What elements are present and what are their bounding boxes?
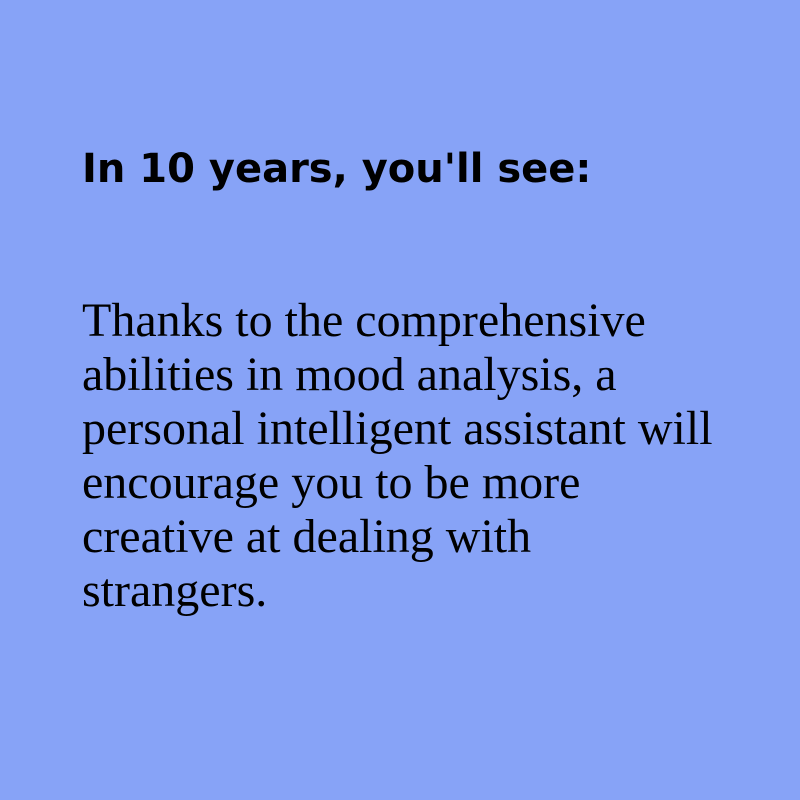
card-body-text: Thanks to the comprehensive abilities in… <box>82 294 713 617</box>
card-heading: In 10 years, you'll see: <box>82 146 592 192</box>
prediction-card: In 10 years, you'll see: Thanks to the c… <box>0 0 800 800</box>
